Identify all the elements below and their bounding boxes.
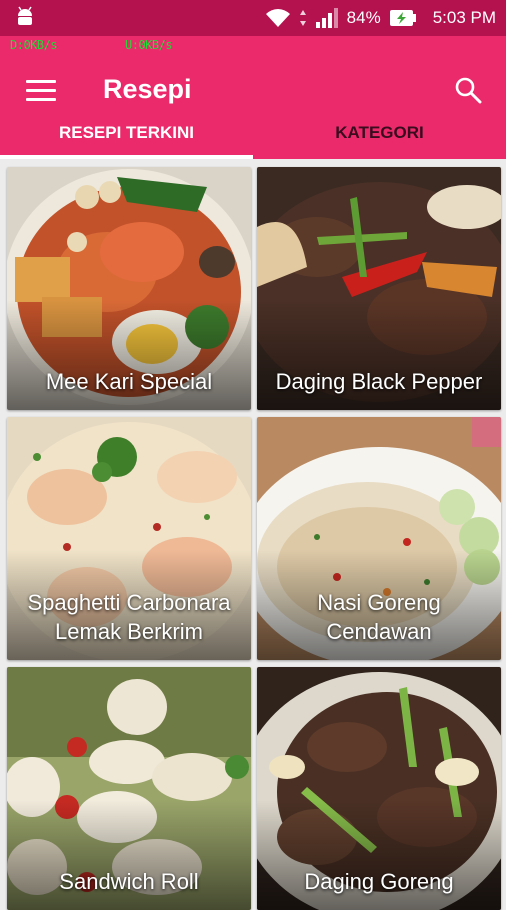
net-speed-download: D:0KB/s: [10, 38, 58, 52]
hamburger-menu-icon[interactable]: [26, 80, 56, 102]
recipe-title: Sandwich Roll: [59, 869, 199, 894]
app-title: Resepi: [103, 74, 192, 104]
data-arrows-icon: [299, 10, 306, 26]
recipe-title: Nasi Goreng Cendawan: [317, 590, 441, 644]
recipe-card[interactable]: Daging Black Pepper: [257, 167, 501, 410]
tab-bar: RESEPI TERKINI KATEGORI: [0, 106, 506, 159]
wifi-icon: [265, 9, 290, 27]
tab-kategori[interactable]: KATEGORI: [253, 106, 506, 159]
recipe-card[interactable]: Nasi Goreng Cendawan: [257, 417, 501, 660]
recipe-grid: Mee Kari Special Daging Black Pepper Spa…: [0, 159, 506, 910]
battery-percent: 84%: [346, 8, 381, 27]
search-icon[interactable]: [454, 76, 482, 104]
net-speed-upload: U:0KB/s: [125, 38, 173, 52]
recipe-card[interactable]: Daging Goreng: [257, 667, 501, 910]
tab-resepi-terkini[interactable]: RESEPI TERKINI: [0, 106, 253, 159]
recipe-card[interactable]: Sandwich Roll: [7, 667, 251, 910]
battery-charging-icon: [389, 10, 416, 26]
app-bar: Resepi RESEPI TERKINI KATEGORI: [0, 36, 506, 159]
recipe-title: Spaghetti Carbonara Lemak Berkrim: [27, 590, 231, 644]
recipe-title: Mee Kari Special: [45, 369, 213, 394]
status-bar: 84% 5:03 PM: [0, 0, 506, 36]
recipe-card[interactable]: Mee Kari Special: [7, 167, 251, 410]
signal-icon: [315, 8, 338, 28]
recipe-title: Daging Black Pepper: [275, 369, 483, 394]
recipe-title: Daging Goreng: [304, 869, 454, 894]
recipe-card[interactable]: Spaghetti Carbonara Lemak Berkrim: [7, 417, 251, 660]
clock: 5:03 PM: [432, 8, 496, 27]
android-icon: [18, 6, 32, 25]
